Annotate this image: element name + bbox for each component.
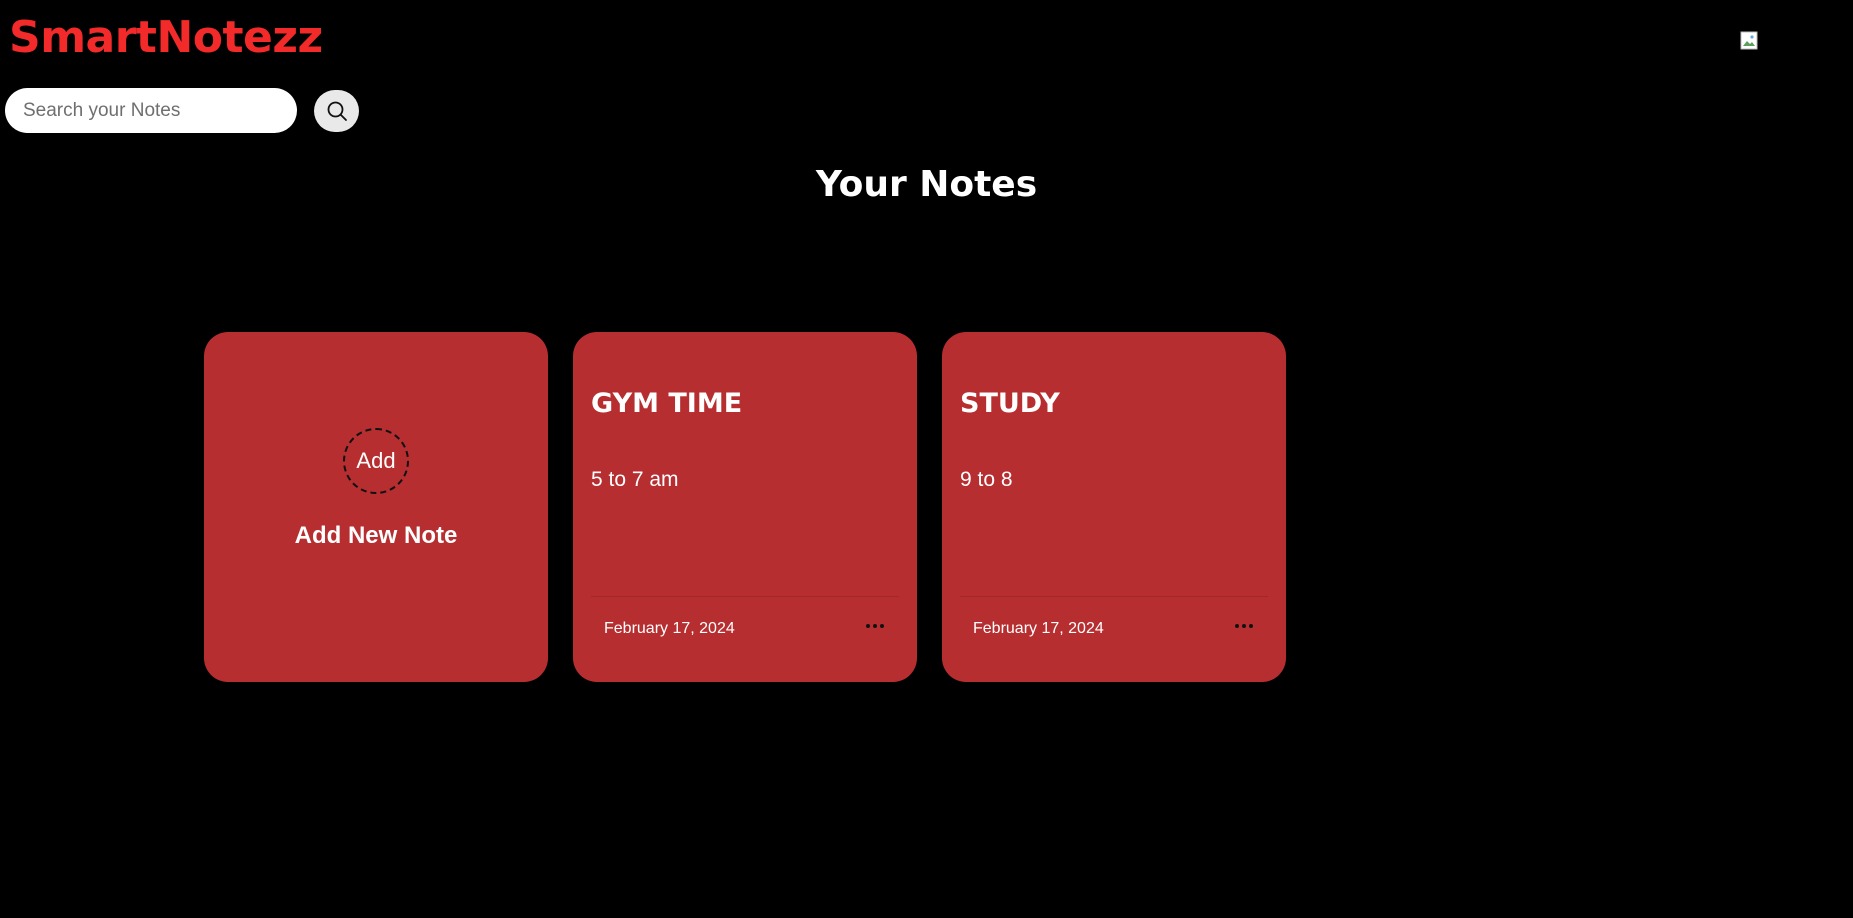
note-divider [591, 596, 899, 597]
add-icon-alt-text: Add [356, 448, 396, 473]
add-note-label: Add New Note [294, 522, 458, 549]
more-options-icon[interactable] [863, 616, 887, 636]
note-body: 9 to 8 [960, 468, 1013, 491]
note-card[interactable]: GYM TIME 5 to 7 am February 17, 2024 [573, 332, 917, 682]
search-input[interactable] [5, 88, 297, 133]
note-date: February 17, 2024 [973, 620, 1104, 637]
page: SmartNotezz Your Notes Add Add New Note … [0, 0, 1853, 918]
note-date: February 17, 2024 [604, 620, 735, 637]
add-note-card[interactable]: Add Add New Note [204, 332, 548, 682]
note-card[interactable]: STUDY 9 to 8 February 17, 2024 [942, 332, 1286, 682]
add-icon: Add [343, 428, 409, 494]
brand-logo[interactable]: SmartNotezz [9, 10, 323, 66]
notes-grid: Add Add New Note GYM TIME 5 to 7 am Febr… [204, 332, 1286, 682]
search-icon [327, 101, 347, 121]
note-title: STUDY [960, 388, 1060, 419]
search-bar [5, 88, 359, 133]
profile-image-icon[interactable] [1740, 31, 1762, 53]
note-body: 5 to 7 am [591, 468, 679, 491]
note-divider [960, 596, 1268, 597]
search-button[interactable] [314, 89, 359, 132]
more-options-icon[interactable] [1232, 616, 1256, 636]
note-title: GYM TIME [591, 388, 743, 419]
page-title: Your Notes [815, 164, 1038, 205]
